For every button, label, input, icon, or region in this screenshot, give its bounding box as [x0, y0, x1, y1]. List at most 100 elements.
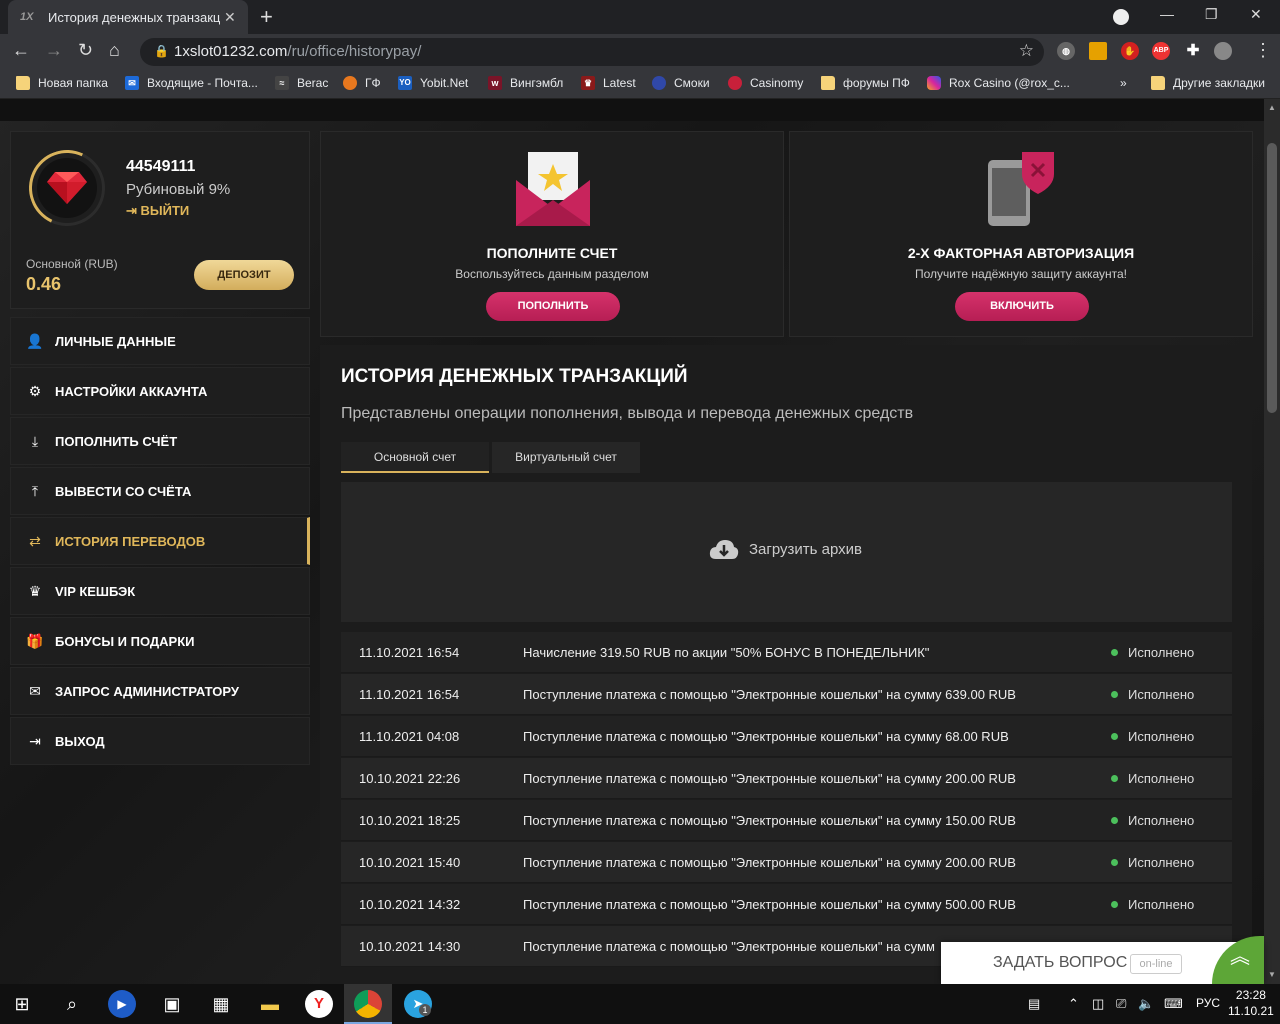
bookmark-item[interactable]: YO Yobit.Net: [398, 76, 468, 90]
maximize-icon[interactable]: ❐: [1205, 6, 1218, 23]
ask-question-widget[interactable]: ЗАДАТЬ ВОПРОС on-line ︽: [941, 936, 1264, 984]
bookmark-item[interactable]: форумы ПФ: [821, 76, 910, 90]
windows-start-icon[interactable]: ⊞: [8, 990, 36, 1018]
system-clock[interactable]: 23:28 11.10.21: [1228, 987, 1274, 1019]
enable-2fa-button[interactable]: ВКЛЮЧИТЬ: [955, 292, 1089, 321]
menu-item-personal-data[interactable]: 👤 ЛИЧНЫЕ ДАННЫЕ: [10, 317, 310, 365]
table-row: 11.10.2021 16:54 Начисление 319.50 RUB по…: [341, 632, 1232, 673]
profile-menu-icon[interactable]: [1113, 9, 1129, 25]
browser-menu-icon[interactable]: ⋮: [1254, 40, 1272, 61]
bookmark-item[interactable]: Смоки: [652, 76, 710, 90]
forward-icon[interactable]: →: [45, 40, 63, 61]
bookmark-star-icon[interactable]: ☆: [1019, 41, 1034, 61]
back-icon[interactable]: ←: [12, 40, 30, 61]
home-icon[interactable]: ⌂: [109, 40, 120, 61]
reload-icon[interactable]: ↻: [78, 40, 93, 61]
gift-icon: 🎁: [26, 632, 44, 649]
bookmark-item[interactable]: Новая папка: [16, 76, 108, 90]
tray-chevron-up-icon[interactable]: ⌃: [1068, 996, 1079, 1012]
download-icon: ⤓: [31, 432, 39, 449]
ask-question-label: ЗАДАТЬ ВОПРОС: [993, 954, 1128, 971]
calculator-icon[interactable]: ▦: [207, 990, 235, 1018]
other-bookmarks[interactable]: Другие закладки: [1151, 76, 1265, 90]
download-archive-button[interactable]: Загрузить архив: [709, 538, 862, 560]
chrome-icon[interactable]: [354, 990, 382, 1018]
extensions-puzzle-icon[interactable]: ✚: [1184, 42, 1202, 60]
media-player-icon[interactable]: ▶: [108, 990, 136, 1018]
bookmark-item[interactable]: ♛ Latest: [581, 76, 636, 90]
folder-icon: [821, 76, 835, 90]
globe-extension-icon[interactable]: ◍: [1057, 42, 1075, 60]
table-row: 11.10.2021 04:08 Поступление платежа с по…: [341, 716, 1232, 757]
user-avatar-icon[interactable]: [1214, 42, 1232, 60]
online-badge: on-line: [1130, 954, 1182, 974]
flag-extension-icon[interactable]: [1089, 42, 1107, 60]
chat-expand-button[interactable]: ︽: [1212, 936, 1264, 984]
casinomy-icon: [728, 76, 742, 90]
deposit-promo-title: ПОПОЛНИТЕ СЧЕТ: [486, 245, 618, 261]
menu-item-exit[interactable]: ⇥ ВЫХОД: [10, 717, 310, 765]
ruby-icon: [47, 172, 87, 204]
bookmark-item[interactable]: w Вингэмбл: [488, 76, 563, 90]
menu-item-withdraw[interactable]: ⤒ ВЫВЕСТИ СО СЧЁТА: [10, 467, 310, 515]
bookmark-item[interactable]: ≈ Berac: [275, 76, 328, 90]
logout-link[interactable]: ⇥ ВЫЙТИ: [126, 203, 189, 219]
status-dot-icon: [1111, 901, 1118, 908]
deposit-promo-card: ПОПОЛНИТЕ СЧЕТ Воспользуйтесь данным раз…: [320, 131, 784, 337]
gf-icon: [343, 76, 357, 90]
more-bookmarks-icon[interactable]: »: [1120, 76, 1127, 90]
new-tab-icon[interactable]: +: [260, 4, 273, 30]
two-factor-promo-title: 2-Х ФАКТОРНАЯ АВТОРИЗАЦИЯ: [907, 245, 1135, 261]
search-icon[interactable]: ⌕: [58, 990, 86, 1018]
deposit-button[interactable]: ДЕПОЗИТ: [194, 260, 294, 290]
keyboard-layout-icon[interactable]: ⌨: [1164, 996, 1183, 1012]
menu-item-bonuses[interactable]: 🎁 БОНУСЫ И ПОДАРКИ: [10, 617, 310, 665]
contacts-icon[interactable]: ▣: [158, 990, 186, 1018]
latest-icon: ♛: [581, 76, 595, 90]
menu-item-deposit[interactable]: ⤓ ПОПОЛНИТЬ СЧЁТ: [10, 417, 310, 465]
close-tab-icon[interactable]: ✕: [224, 9, 236, 26]
abp-extension-icon[interactable]: ABP: [1152, 42, 1170, 60]
file-explorer-icon[interactable]: ▬: [256, 990, 284, 1018]
network-icon[interactable]: ⎚: [1116, 996, 1126, 1012]
usb-icon[interactable]: ◫: [1092, 996, 1104, 1012]
language-indicator[interactable]: РУС: [1196, 996, 1220, 1010]
avatar: [37, 158, 97, 218]
tab-main-account[interactable]: Основной счет: [341, 442, 489, 473]
site-favicon-icon: 1X: [20, 11, 34, 23]
bookmarks-bar: Новая папка ✉ Входящие - Почта... ≈ Berac …: [0, 70, 1280, 99]
berac-icon: ≈: [275, 76, 289, 90]
yandex-browser-icon[interactable]: Y: [305, 990, 333, 1018]
menu-item-vip-cashback[interactable]: ♛ VIP КЕШБЭК: [10, 567, 310, 615]
browser-tab[interactable]: 1X История денежных транзакций ✕: [8, 0, 248, 34]
bookmark-item[interactable]: Rox Casino (@rox_c...: [927, 76, 1070, 90]
menu-item-admin-request[interactable]: ✉ ЗАПРОС АДМИНИСТРАТОРУ: [10, 667, 310, 715]
cloud-download-icon: [709, 540, 739, 559]
deposit-promo-button[interactable]: ПОПОЛНИТЬ: [486, 292, 620, 321]
exit-icon: ⇥: [29, 732, 41, 749]
table-row: 10.10.2021 22:26 Поступление платежа с по…: [341, 758, 1232, 799]
menu-item-account-settings[interactable]: ⚙ НАСТРОЙКИ АККАУНТА: [10, 367, 310, 415]
folder-icon: [1151, 76, 1165, 90]
bookmark-item[interactable]: Casinomy: [728, 76, 803, 90]
menu-item-transfer-history[interactable]: ⇄ ИСТОРИЯ ПЕРЕВОДОВ: [10, 517, 310, 565]
yobit-icon: YO: [398, 76, 412, 90]
scroll-up-icon[interactable]: ▲: [1268, 103, 1276, 112]
folder-icon: [16, 76, 30, 90]
volume-icon[interactable]: 🔈: [1138, 996, 1154, 1012]
tab-title: История денежных транзакций: [48, 9, 220, 25]
bookmark-item[interactable]: ГФ: [343, 76, 381, 90]
bookmark-item[interactable]: ✉ Входящие - Почта...: [125, 76, 258, 90]
adblock-extension-icon[interactable]: ✋: [1121, 42, 1139, 60]
close-window-icon[interactable]: ✕: [1250, 6, 1262, 23]
tab-virtual-account[interactable]: Виртуальный счет: [492, 442, 640, 473]
page-title: ИСТОРИЯ ДЕНЕЖНЫХ ТРАНЗАКЦИЙ: [341, 366, 688, 387]
scroll-down-icon[interactable]: ▼: [1268, 970, 1276, 979]
scrollbar-thumb[interactable]: [1267, 143, 1277, 413]
address-bar[interactable]: 🔒 1xslot01232.com/ru/office/historypay/ …: [140, 38, 1044, 66]
user-edit-icon: 👤: [26, 332, 44, 349]
minimize-icon[interactable]: —: [1160, 6, 1174, 22]
balance-value: 0.46: [26, 274, 62, 294]
page-scrollbar[interactable]: ▲ ▼: [1264, 99, 1280, 984]
keyboard-icon[interactable]: ▤: [1028, 996, 1040, 1012]
